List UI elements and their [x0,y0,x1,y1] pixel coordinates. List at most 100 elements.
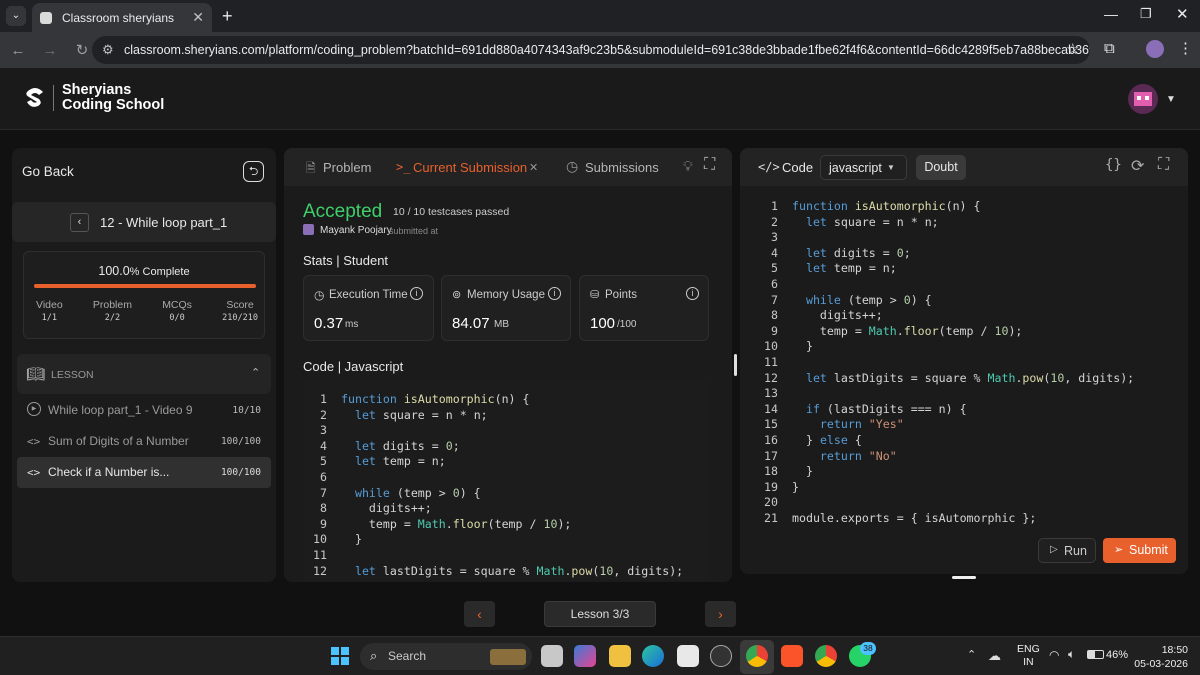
back-icon[interactable]: ← [6,42,30,59]
store-icon[interactable] [677,645,699,667]
code-line: 9 temp = Math.floor(temp / 10); [754,324,1134,340]
card-label: Execution Time [329,289,408,301]
close-tab-icon[interactable]: ✕ [192,9,204,26]
clock-icon: ◷ [566,158,579,174]
site-header [0,68,1200,130]
fullscreen-icon[interactable]: ⛶ [1158,156,1169,174]
url-field[interactable]: ⚙ classroom.sheryians.com/platform/codin… [92,36,1090,64]
volume-icon[interactable]: 🔈︎ [1068,647,1075,662]
line-number: 9 [320,516,327,531]
line-number: 9 [771,323,778,338]
code-line: 8 digits++; [303,501,683,517]
browser-menu-icon[interactable]: ⋮ [1178,39,1193,57]
close-window-icon[interactable]: ✕ [1176,5,1189,23]
user-avatar[interactable] [1128,84,1158,114]
chrome-profile-icon[interactable] [815,645,837,667]
language-indicator[interactable]: ENG IN [1017,643,1040,669]
stats-title: Stats | Student [303,253,389,268]
doubt-button[interactable]: Doubt [916,155,966,180]
line-number: 11 [313,547,327,562]
profile-avatar[interactable] [1146,40,1164,58]
editor-resize-handle[interactable] [952,576,976,579]
reload-icon[interactable]: ↻ [70,41,94,59]
reset-icon[interactable]: ⟳ [1131,156,1144,176]
book-icon: 📖︎ [26,366,46,383]
extensions-icon[interactable]: ⧉ [1104,40,1115,57]
windows-start-icon[interactable] [331,647,349,665]
tab-search-button[interactable]: ⌄ [6,6,26,26]
forward-icon[interactable]: → [38,42,62,59]
logo-line-2: Coding School [62,97,165,113]
wifi-icon[interactable]: ◠ [1049,648,1059,662]
lesson-item-active[interactable]: <> Check if a Number is... 100/100 [17,457,271,488]
edge-icon[interactable] [642,645,664,667]
taskbar-search[interactable]: ⌕ Search [360,643,532,670]
minimize-icon[interactable]: — [1104,6,1118,22]
lesson-item[interactable]: <> Sum of Digits of a Number 100/100 [17,427,271,455]
language-select[interactable]: javascript ▼ [820,155,907,180]
chrome-icon[interactable] [746,645,768,667]
prev-lesson-button[interactable]: ‹ [464,601,495,627]
language-value: javascript [829,161,882,175]
clock[interactable]: 18:50 05-03-2026 [1134,643,1188,671]
tab-current-submission[interactable]: Current Submission [413,160,527,175]
info-icon[interactable]: i [410,287,423,300]
info-icon[interactable]: i [686,287,699,300]
sheryians-logo-icon[interactable] [24,86,46,108]
card-value: 84.07 [452,315,490,332]
submitted-code: 1 function isAutomorphic(n) {2 let square… [303,392,683,579]
submitted-at: submitted at [389,226,439,236]
task-view-icon[interactable] [541,645,563,667]
progress-percent: 100.0 [98,264,130,278]
lesson-title: Sum of Digits of a Number [48,434,189,448]
tray-chevron-icon[interactable]: ⌃ [967,648,976,661]
line-number: 4 [320,438,327,453]
code-line: 12 let lastDigits = square % Math.pow(10… [303,564,683,580]
lesson-item[interactable]: ▶ While loop part_1 - Video 9 10/10 [17,396,271,424]
lesson-title: While loop part_1 - Video 9 [48,403,193,417]
code-line: 6 [754,277,1134,293]
chevron-up-icon[interactable]: ⌃ [251,366,260,379]
fullscreen-icon[interactable]: ⛶ [704,156,715,174]
testcases-text: 10 / 10 testcases passed [393,206,510,218]
dell-icon[interactable] [710,645,732,667]
code-line: 6 [303,470,683,486]
bookmark-star-icon[interactable]: ☆ [1066,40,1079,58]
next-lesson-button[interactable]: › [705,601,736,627]
go-back-icon[interactable]: ⮌ [243,161,264,182]
avatar-dropdown-icon[interactable]: ▼ [1166,94,1176,105]
format-braces-icon[interactable]: {} [1105,157,1122,174]
code-line: 19} [754,480,1134,496]
play-circle-icon: ▶ [27,402,41,416]
line-number: 15 [764,417,778,432]
url-text: classroom.sheryians.com/platform/coding_… [124,43,1090,57]
code-editor[interactable]: 1 function isAutomorphic(n) {2 let square… [740,190,1188,530]
code-line: 2 let square = n * n; [303,408,683,424]
new-tab-button[interactable]: + [222,6,233,27]
battery-icon[interactable] [1087,650,1104,659]
browser-tab[interactable]: Classroom sheryians ✕ [32,3,212,32]
site-info-icon[interactable]: ⚙ [102,42,114,58]
tab-submissions[interactable]: Submissions [585,160,659,175]
execution-time-card: ◷ Execution Time i 0.37 ms [303,275,434,341]
tab-problem[interactable]: Problem [323,160,371,175]
run-button[interactable]: ▷ Run [1038,538,1096,563]
restore-icon[interactable]: ❐ [1140,6,1152,22]
brave-icon[interactable] [781,645,803,667]
line-number: 1 [320,392,327,406]
code-line: 1 function isAutomorphic(n) { [754,199,1134,215]
go-back-label[interactable]: Go Back [22,164,74,179]
panel-resize-handle[interactable] [734,354,737,376]
submit-button[interactable]: ➢ Submit [1103,538,1176,563]
tab-title: Classroom sheryians [62,10,175,25]
chevron-left-icon[interactable]: ‹ [70,213,89,232]
close-tab-icon[interactable]: ✕ [529,161,538,174]
info-icon[interactable]: i [548,287,561,300]
copilot-icon[interactable] [574,645,596,667]
editor-code: 1 function isAutomorphic(n) {2 let square… [754,199,1134,526]
weather-icon[interactable]: ☁ [988,648,1001,664]
bulb-icon[interactable]: 💡︎ [683,158,693,175]
file-explorer-icon[interactable] [609,645,631,667]
submitter-name: Mayank Poojary [320,225,392,236]
progress-text: 100.0% Complete [23,264,265,278]
